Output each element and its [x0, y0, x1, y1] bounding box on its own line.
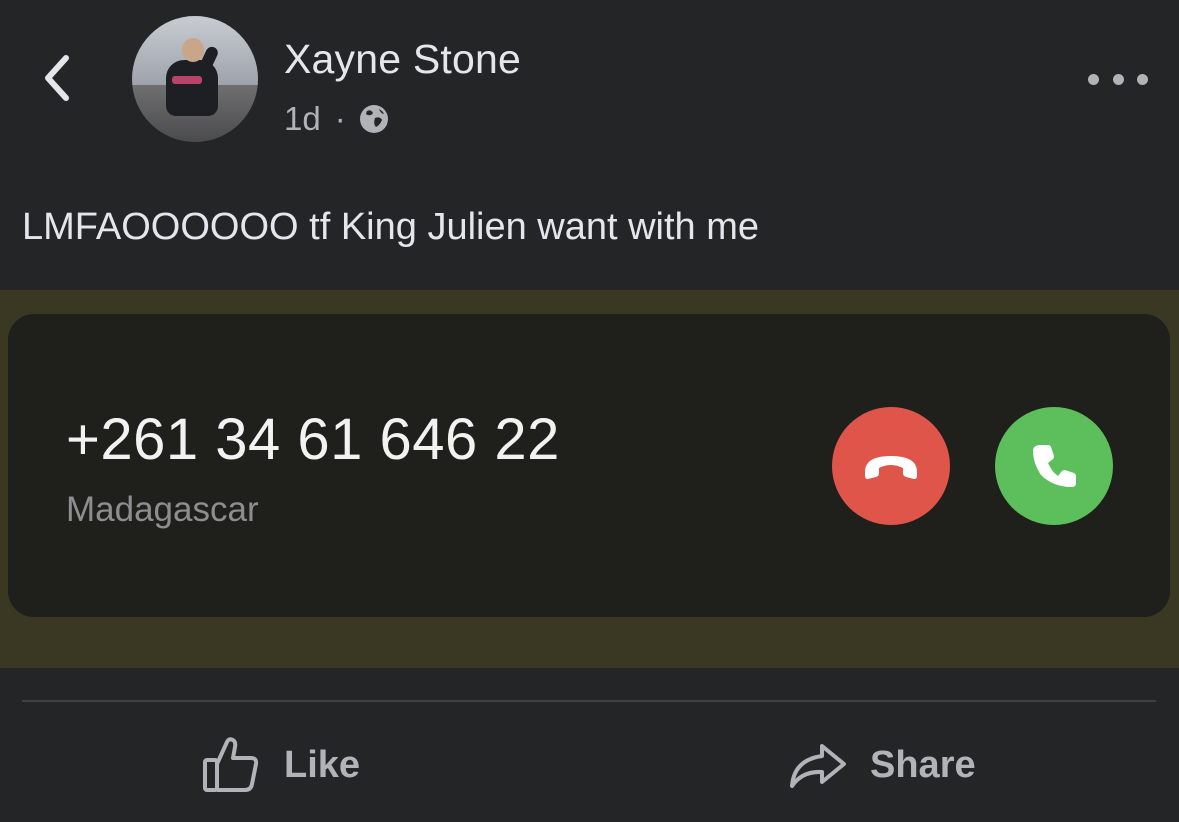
avatar-detail: [172, 76, 202, 84]
post-meta: 1d ·: [284, 100, 390, 138]
share-button[interactable]: Share: [788, 732, 976, 798]
chevron-left-icon: [45, 55, 69, 101]
incoming-call-card: +261 34 61 646 22 Madagascar: [8, 314, 1170, 617]
phone-icon: [1033, 445, 1076, 487]
divider: [22, 700, 1156, 702]
post-timestamp[interactable]: 1d: [284, 100, 321, 138]
attached-screenshot[interactable]: +261 34 61 646 22 Madagascar: [0, 290, 1179, 668]
like-label: Like: [284, 743, 361, 786]
post-text: LMFAOOOOOO tf King Julien want with me: [22, 206, 760, 248]
thumbs-up-icon: [203, 737, 259, 792]
more-horizontal-icon: [1088, 73, 1099, 85]
share-label: Share: [870, 743, 976, 786]
caller-country: Madagascar: [66, 490, 259, 529]
caller-phone-number: +261 34 61 646 22: [66, 407, 560, 472]
meta-separator: ·: [334, 100, 346, 137]
more-dot: [1112, 73, 1124, 85]
decline-call-button[interactable]: [832, 407, 950, 525]
globe-icon: [359, 105, 388, 133]
like-button[interactable]: Like: [200, 732, 360, 798]
share-arrow-icon: [790, 744, 846, 788]
avatar[interactable]: [132, 16, 258, 142]
more-dot: [1137, 73, 1148, 85]
more-options-button[interactable]: [1088, 64, 1148, 94]
phone-hangup-icon: [865, 456, 917, 479]
accept-call-button[interactable]: [995, 407, 1113, 525]
avatar-person-head: [182, 38, 204, 62]
author-name[interactable]: Xayne Stone: [284, 36, 521, 83]
facebook-post: Xayne Stone 1d · LMFAOOOOOO tf King Juli…: [0, 0, 1179, 822]
back-button[interactable]: [34, 48, 80, 108]
